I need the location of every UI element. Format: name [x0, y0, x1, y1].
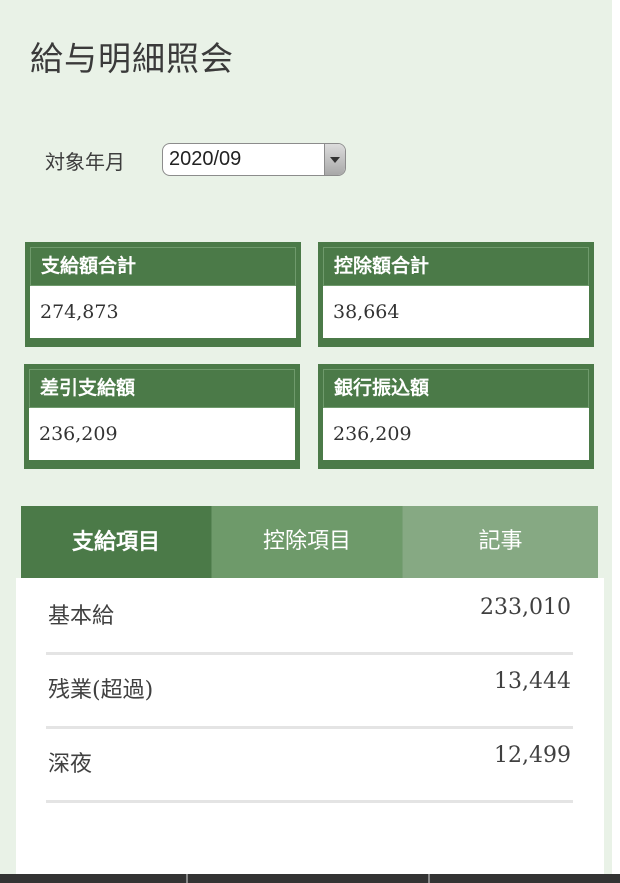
summary-card-label: 控除額合計: [323, 247, 589, 286]
bottom-bar-divider: [428, 874, 430, 883]
summary-card-value: 236,209: [29, 408, 295, 460]
period-select[interactable]: 2020/09: [162, 143, 346, 176]
bottom-bar: [0, 874, 620, 883]
summary-card-total-payment: 支給額合計 274,873: [25, 242, 301, 347]
tab-payment-items[interactable]: 支給項目: [21, 506, 211, 578]
item-name: 深夜: [48, 752, 93, 777]
period-select-value: 2020/09: [169, 148, 242, 170]
summary-card-value: 236,209: [323, 408, 589, 460]
summary-card-label: 支給額合計: [30, 247, 296, 286]
period-select-arrow-button[interactable]: [324, 144, 345, 175]
summary-card-net-payment: 差引支給額 236,209: [24, 364, 300, 469]
summary-card-bank-transfer: 銀行振込額 236,209: [318, 364, 594, 469]
summary-card-label: 銀行振込額: [323, 369, 589, 408]
right-edge-strip: [612, 0, 620, 883]
bottom-bar-divider: [186, 874, 188, 883]
item-value: 13,444: [494, 669, 571, 694]
summary-card-label: 差引支給額: [29, 369, 295, 408]
item-name: 残業(超過): [48, 678, 154, 703]
summary-card-value: 38,664: [323, 286, 589, 338]
list-item: 残業(超過) 13,444: [46, 652, 573, 729]
item-value: 233,010: [480, 595, 571, 620]
list-item: 深夜 12,499: [46, 726, 573, 803]
chevron-down-icon: [330, 157, 340, 163]
tab-bar: 支給項目 控除項目 記事: [21, 506, 598, 578]
tab-deduction-items[interactable]: 控除項目: [211, 506, 402, 578]
payment-items-list: 基本給 233,010 残業(超過) 13,444 深夜 12,499: [16, 578, 604, 878]
summary-card-total-deduction: 控除額合計 38,664: [318, 242, 594, 347]
item-name: 基本給: [48, 604, 115, 629]
summary-card-value: 274,873: [30, 286, 296, 338]
page-title: 給与明細照会: [30, 39, 234, 78]
tab-notes[interactable]: 記事: [402, 506, 598, 578]
list-item: 基本給 233,010: [46, 578, 573, 655]
item-value: 12,499: [494, 743, 571, 768]
period-label: 対象年月: [45, 150, 125, 174]
